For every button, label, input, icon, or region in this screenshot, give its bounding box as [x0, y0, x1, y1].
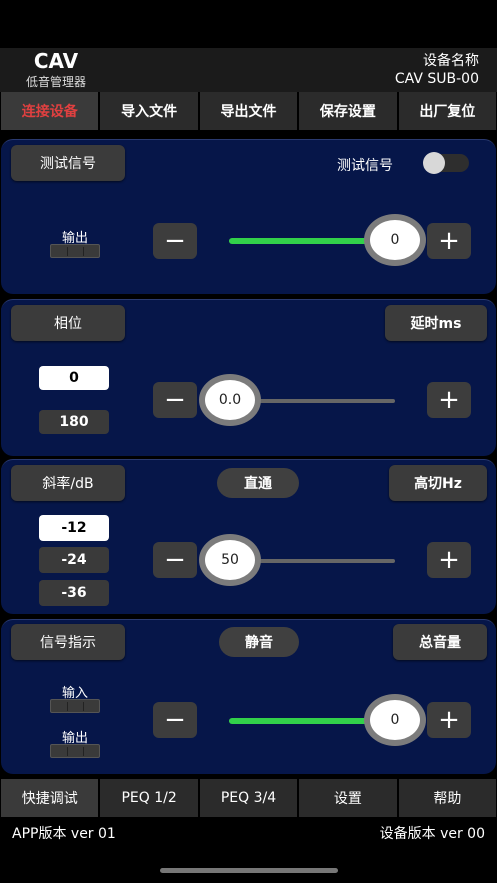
device-name-value: CAV SUB-00: [394, 71, 479, 87]
phase-slider-knob[interactable]: 0.0: [199, 374, 261, 426]
device-name-label: 设备名称: [423, 53, 479, 69]
tab-quick-tune[interactable]: 快捷调试: [1, 779, 99, 817]
device-version: 设备版本 ver 00: [379, 826, 485, 842]
test-signal-slider-knob[interactable]: 0: [364, 214, 426, 266]
connect-device-button[interactable]: 连接设备: [1, 92, 99, 130]
phase-panel: 相位 延时ms 0 180 − 0.0 +: [1, 299, 496, 456]
top-toolbar: 连接设备 导入文件 导出文件 保存设置 出厂复位: [0, 92, 497, 130]
tab-settings[interactable]: 设置: [299, 779, 397, 817]
phase-minus-button[interactable]: −: [153, 382, 197, 418]
toggle-thumb[interactable]: [423, 152, 445, 174]
master-plus-button[interactable]: +: [427, 702, 471, 738]
slope-slider-knob[interactable]: 50: [199, 534, 261, 586]
import-file-button[interactable]: 导入文件: [100, 92, 198, 130]
device-info: 设备名称 CAV SUB-00: [395, 52, 479, 88]
signal-indicator-button[interactable]: 信号指示: [11, 624, 125, 660]
high-cut-hz-button[interactable]: 高切Hz: [389, 465, 487, 501]
factory-reset-button[interactable]: 出厂复位: [398, 92, 497, 130]
slope-db-button[interactable]: 斜率/dB: [11, 465, 125, 501]
test-signal-toggle[interactable]: [423, 152, 469, 174]
slope-option-24[interactable]: -24: [39, 547, 109, 573]
slope-plus-button[interactable]: +: [427, 542, 471, 578]
brand-title: CAV: [33, 49, 79, 73]
app-version: APP版本 ver 01: [12, 826, 116, 842]
slope-option-12[interactable]: -12: [39, 515, 109, 541]
master-slider-knob[interactable]: 0: [364, 694, 426, 746]
slope-panel: 斜率/dB 直通 高切Hz -12 -24 -36 − 50 +: [1, 459, 496, 614]
bypass-button[interactable]: 直通: [217, 468, 299, 498]
test-signal-minus-button[interactable]: −: [153, 223, 197, 259]
delay-ms-button[interactable]: 延时ms: [385, 305, 487, 341]
brand: CAV 低音管理器: [16, 48, 96, 90]
output-level-meter-2: [50, 744, 100, 758]
tab-peq-3-4[interactable]: PEQ 3/4: [199, 779, 298, 817]
signal-indicator-panel: 信号指示 静音 总音量 输入 输出 − 0 +: [1, 619, 496, 774]
bottom-nav: 快捷调试 PEQ 1/2 PEQ 3/4 设置 帮助: [0, 779, 497, 817]
input-level-meter: [50, 699, 100, 713]
test-signal-slider-fill: [229, 238, 379, 244]
home-indicator: [160, 868, 338, 873]
master-minus-button[interactable]: −: [153, 702, 197, 738]
phase-button[interactable]: 相位: [11, 305, 125, 341]
master-slider-fill: [229, 718, 379, 724]
test-signal-toggle-label: 测试信号: [337, 158, 393, 174]
test-signal-panel: 测试信号 测试信号 输出 − 0 +: [1, 139, 496, 294]
slope-minus-button[interactable]: −: [153, 542, 197, 578]
footer: APP版本 ver 01 设备版本 ver 00: [0, 818, 497, 846]
tab-peq-1-2[interactable]: PEQ 1/2: [100, 779, 198, 817]
phase-option-180[interactable]: 180: [39, 410, 109, 434]
mute-button[interactable]: 静音: [219, 627, 299, 657]
phase-option-0[interactable]: 0: [39, 366, 109, 390]
master-volume-button[interactable]: 总音量: [393, 624, 487, 660]
app-header: CAV 低音管理器 设备名称 CAV SUB-00: [0, 48, 497, 92]
save-settings-button[interactable]: 保存设置: [299, 92, 397, 130]
tab-help[interactable]: 帮助: [398, 779, 497, 817]
slope-option-36[interactable]: -36: [39, 580, 109, 606]
export-file-button[interactable]: 导出文件: [199, 92, 298, 130]
brand-subtitle: 低音管理器: [25, 75, 86, 89]
test-signal-button[interactable]: 测试信号: [11, 145, 125, 181]
phase-plus-button[interactable]: +: [427, 382, 471, 418]
test-signal-plus-button[interactable]: +: [427, 223, 471, 259]
output-level-meter: [50, 244, 100, 258]
